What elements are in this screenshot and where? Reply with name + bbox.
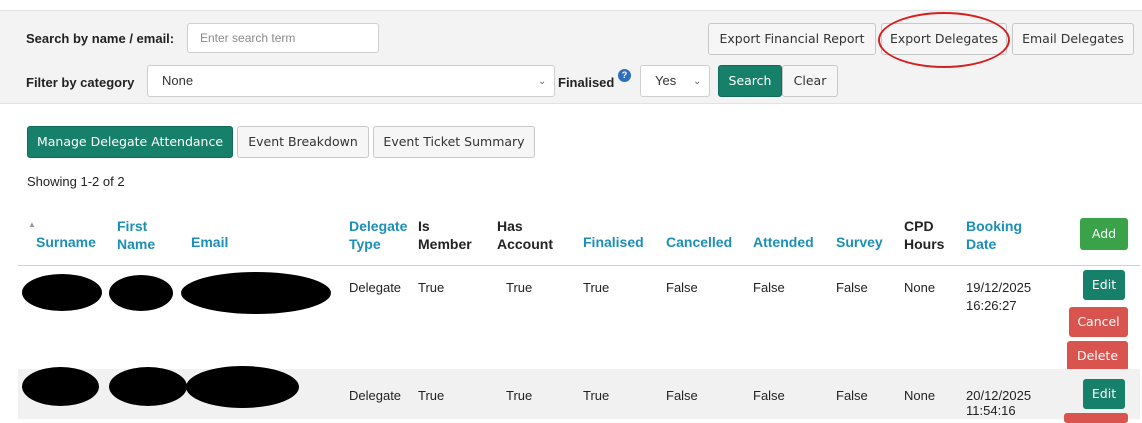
cell-survey: False — [836, 280, 868, 295]
cell-cpd-hours: None — [904, 388, 936, 403]
finalised-select[interactable]: Yes ⌄ — [640, 65, 710, 97]
edit-button[interactable]: Edit — [1083, 270, 1125, 300]
cell-cpd-hours: None — [904, 280, 936, 295]
header-first-name-line1: First — [117, 218, 148, 234]
question-circle-icon[interactable]: ? — [618, 69, 631, 82]
header-cancelled[interactable]: Cancelled — [666, 233, 732, 251]
header-has-account: Has Account — [497, 217, 553, 253]
header-delegate-type-line2: Type — [349, 236, 381, 252]
chevron-down-icon: ⌄ — [693, 76, 702, 87]
cell-delegate-type: Delegate — [349, 388, 402, 403]
cell-cancelled: False — [666, 388, 698, 403]
email-delegates-button[interactable]: Email Delegates — [1012, 23, 1134, 55]
cell-attended: False — [753, 388, 785, 403]
header-email[interactable]: Email — [191, 233, 228, 251]
header-attended[interactable]: Attended — [753, 233, 814, 251]
header-delegate-type-line1: Delegate — [349, 218, 408, 234]
results-count: Showing 1-2 of 2 — [27, 174, 125, 189]
cell-booking-time: 16:26:27 — [966, 298, 1017, 313]
finalised-select-value: Yes — [655, 73, 677, 88]
cell-survey: False — [836, 388, 868, 403]
cell-delegate-type: Delegate — [349, 280, 402, 295]
chevron-down-icon: ⌄ — [538, 76, 547, 87]
edit-button[interactable]: Edit — [1083, 379, 1125, 409]
event-ticket-summary-button[interactable]: Event Ticket Summary — [373, 126, 535, 158]
cell-cancelled: False — [666, 280, 698, 295]
redacted-first-name — [109, 367, 187, 406]
header-is-member-line1: Is — [418, 218, 430, 234]
finalised-label: Finalised — [558, 75, 615, 90]
sort-caret-icon: ▲ — [28, 220, 36, 229]
cell-attended: False — [753, 280, 785, 295]
header-cpd-hours: CPD Hours — [904, 217, 944, 253]
header-first-name-line2: Name — [117, 236, 156, 252]
cell-booking-date: 19/12/2025 — [966, 280, 1032, 295]
header-surname[interactable]: Surname — [36, 233, 96, 251]
search-input[interactable] — [187, 23, 379, 53]
header-cpd-hours-line1: CPD — [904, 218, 934, 234]
header-first-name[interactable]: First Name — [117, 217, 155, 253]
add-delegate-button[interactable]: Add — [1080, 218, 1128, 250]
category-select-value: None — [162, 73, 194, 88]
header-is-member-line2: Member — [418, 236, 472, 252]
cancel-booking-button[interactable] — [1064, 413, 1128, 423]
header-delegate-type[interactable]: Delegate Type — [349, 217, 407, 253]
header-booking-date-line2: Date — [966, 236, 997, 252]
search-label: Search by name / email: — [26, 31, 175, 46]
cell-is-member: True — [418, 388, 445, 403]
cancel-booking-button[interactable]: Cancel — [1069, 307, 1128, 337]
clear-button[interactable]: Clear — [782, 65, 838, 97]
header-divider — [18, 265, 1140, 266]
redacted-surname — [22, 274, 102, 311]
header-booking-date[interactable]: Booking Date — [966, 217, 1022, 253]
cell-is-member: True — [418, 280, 445, 295]
header-is-member: Is Member — [418, 217, 472, 253]
manage-delegate-attendance-button[interactable]: Manage Delegate Attendance — [27, 126, 233, 158]
annotation-circle — [878, 12, 1010, 68]
header-has-account-line2: Account — [497, 236, 553, 252]
redacted-first-name — [109, 275, 173, 311]
redacted-email — [181, 272, 331, 314]
redacted-email — [186, 366, 299, 408]
cell-has-account: True — [506, 388, 533, 403]
export-financial-report-button[interactable]: Export Financial Report — [708, 23, 876, 55]
delete-button[interactable]: Delete — [1067, 341, 1128, 371]
header-finalised[interactable]: Finalised — [583, 233, 644, 251]
redacted-surname — [22, 367, 99, 406]
category-label: Filter by category — [26, 75, 135, 90]
event-breakdown-button[interactable]: Event Breakdown — [237, 126, 369, 158]
header-booking-date-line1: Booking — [966, 218, 1022, 234]
header-has-account-line1: Has — [497, 218, 523, 234]
cell-finalised: True — [583, 388, 610, 403]
cell-has-account: True — [506, 280, 533, 295]
cell-booking-time: 11:54:16 — [966, 403, 1016, 418]
search-button[interactable]: Search — [718, 65, 782, 97]
header-survey[interactable]: Survey — [836, 233, 883, 251]
category-select[interactable]: None ⌄ — [147, 65, 555, 97]
cell-finalised: True — [583, 280, 610, 295]
header-cpd-hours-line2: Hours — [904, 236, 945, 252]
